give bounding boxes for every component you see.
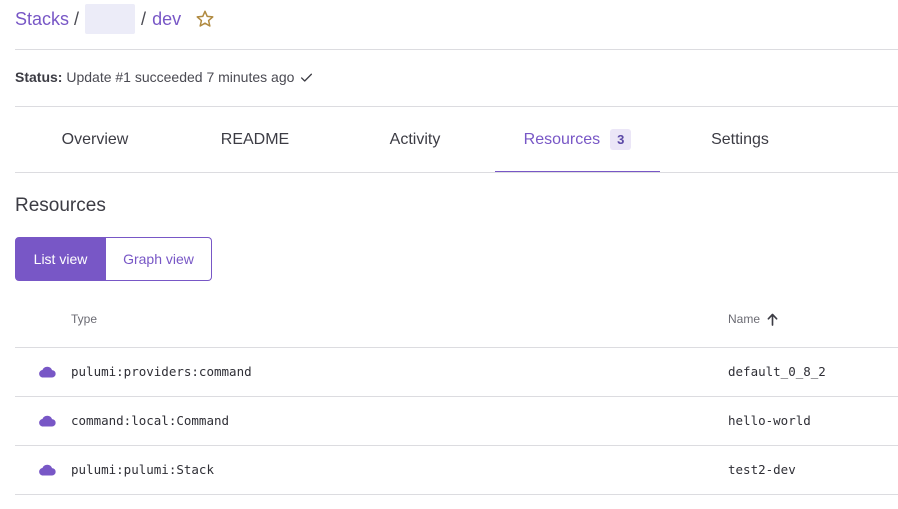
cloud-icon bbox=[39, 464, 56, 476]
status-label: Status: bbox=[15, 69, 63, 85]
type-column-header[interactable]: Type bbox=[71, 312, 97, 326]
update-status: Status: Update #1 succeeded 7 minutes ag… bbox=[15, 69, 313, 85]
cloud-icon bbox=[39, 415, 56, 427]
resource-name: default_0_8_2 bbox=[728, 364, 826, 379]
tab-label: Resources bbox=[523, 130, 601, 148]
tab-label: Activity bbox=[389, 130, 441, 148]
resource-count-badge: 3 bbox=[610, 129, 632, 150]
breadcrumb-stack-link[interactable]: dev bbox=[152, 9, 181, 30]
graph-view-button[interactable]: Graph view bbox=[106, 237, 212, 281]
table-row[interactable]: pulumi:pulumi:Stack test2-dev bbox=[15, 446, 898, 495]
cloud-icon bbox=[39, 366, 56, 378]
resource-name: test2-dev bbox=[728, 462, 796, 477]
section-title: Resources bbox=[15, 195, 106, 216]
tab-label: Settings bbox=[711, 130, 769, 148]
tab-label: Overview bbox=[61, 130, 129, 148]
tabs-divider bbox=[15, 172, 898, 173]
resource-type: pulumi:pulumi:Stack bbox=[71, 462, 214, 477]
tab-overview[interactable]: Overview bbox=[15, 107, 175, 172]
name-column-header[interactable]: Name bbox=[728, 312, 778, 326]
sort-ascending-icon bbox=[767, 313, 778, 326]
breadcrumb-separator: / bbox=[141, 8, 147, 29]
column-label: Type bbox=[71, 312, 98, 326]
resource-type: pulumi:providers:command bbox=[71, 364, 252, 379]
table-row[interactable]: pulumi:providers:command default_0_8_2 bbox=[15, 348, 898, 397]
star-icon[interactable] bbox=[195, 9, 215, 29]
tab-label: README bbox=[220, 130, 290, 148]
breadcrumb: Stacks / / dev bbox=[15, 4, 215, 34]
check-icon bbox=[301, 73, 313, 82]
resource-type: command:local:Command bbox=[71, 413, 230, 428]
list-view-button[interactable]: List view bbox=[15, 237, 106, 281]
table-header: Type Name bbox=[15, 299, 898, 348]
tab-resources[interactable]: Resources 3 bbox=[495, 107, 660, 173]
breadcrumb-separator: / bbox=[74, 8, 80, 29]
resources-table: Type Name pulumi:providers:command defau… bbox=[15, 299, 898, 495]
view-toggle: List view Graph view bbox=[15, 237, 212, 281]
breadcrumb-stacks-link[interactable]: Stacks bbox=[15, 9, 69, 30]
status-text: Update #1 succeeded 7 minutes ago bbox=[66, 69, 295, 85]
table-row[interactable]: command:local:Command hello-world bbox=[15, 397, 898, 446]
stack-tabs: Overview README Activity Resources 3 Set… bbox=[15, 107, 898, 173]
tab-activity[interactable]: Activity bbox=[335, 107, 495, 172]
tab-readme[interactable]: README bbox=[175, 107, 335, 172]
resource-name: hello-world bbox=[728, 413, 811, 428]
header-divider bbox=[15, 49, 898, 50]
tab-settings[interactable]: Settings bbox=[660, 107, 820, 172]
column-label: Name bbox=[728, 312, 761, 326]
breadcrumb-project-redacted[interactable] bbox=[85, 4, 136, 34]
